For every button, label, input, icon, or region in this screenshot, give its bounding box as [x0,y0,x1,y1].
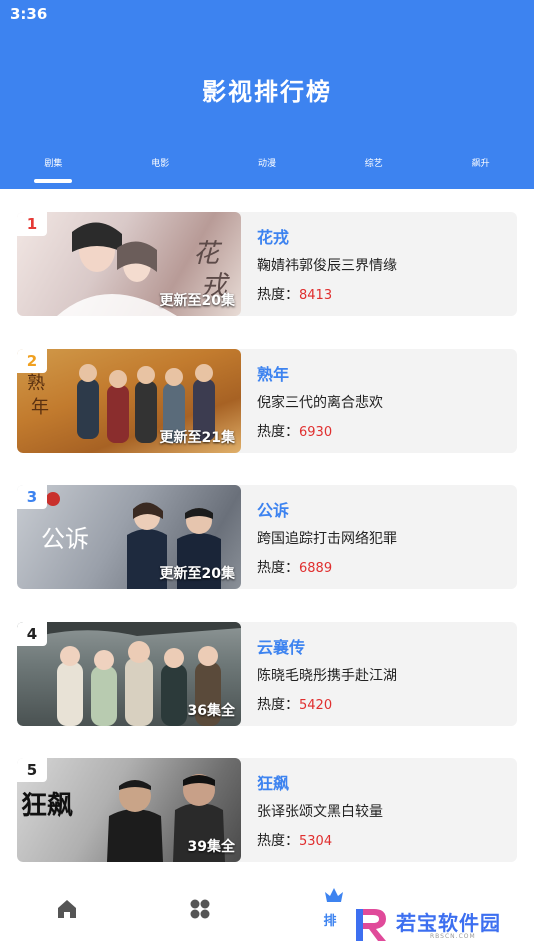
home-icon [58,900,76,918]
item-heat: 热度：8413 [257,284,397,304]
status-time: 3:36 [10,5,48,23]
episode-status: 更新至21集 [159,429,235,446]
rank-badge: 3 [17,485,47,509]
item-info: 云襄传 陈晓毛晓彤携手赴江湖 热度：5420 [241,622,397,726]
ranking-list: 花 戎 1 更新至20集 花戎 鞠婧祎郭俊辰三界情缘 热度：8413 熟 年 2… [17,212,517,895]
nav-home[interactable] [47,898,87,924]
watermark-sub: RBSCN.COM [430,933,476,940]
episode-status: 36集全 [187,702,235,719]
nav-category[interactable] [180,898,220,924]
poster-image: 花 戎 1 更新至20集 [17,212,241,316]
item-info: 花戎 鞠婧祎郭俊辰三界情缘 热度：8413 [241,212,397,316]
list-item[interactable]: 熟 年 2 更新至21集 熟年 倪家三代的离合悲欢 热度：6930 [17,348,517,453]
item-title[interactable]: 狂飙 [257,770,383,793]
svg-text:公诉: 公诉 [41,525,89,553]
svg-text:年: 年 [31,397,49,418]
heat-label: 热度： [257,833,299,849]
tab-anime[interactable]: 动漫 [214,150,321,189]
tab-rising[interactable]: 飙升 [427,150,534,189]
heat-value: 6889 [299,561,333,576]
r-logo-icon [356,909,386,941]
list-item[interactable]: 花 戎 1 更新至20集 花戎 鞠婧祎郭俊辰三界情缘 热度：8413 [17,212,517,316]
episode-status: 更新至20集 [159,293,235,309]
rank-number: 3 [26,488,38,506]
heat-label: 热度： [257,287,299,303]
item-info: 公诉 跨国追踪打击网络犯罪 热度：6889 [241,485,397,589]
item-description: 倪家三代的离合悲欢 [257,394,383,411]
category-tabs: 剧集 电影 动漫 综艺 飙升 [0,150,534,189]
rank-number: 2 [26,351,38,370]
item-description: 张译张颂文黑白较量 [257,804,383,820]
item-info: 熟年 倪家三代的离合悲欢 热度：6930 [241,349,383,453]
svg-text:花: 花 [193,239,223,269]
heat-label: 热度： [257,696,299,713]
list-item[interactable]: 狂飙 5 39集全 狂飙 张译张颂文黑白较量 热度：5304 [17,758,517,862]
header: 3:36 影视排行榜 剧集 电影 动漫 综艺 飙升 [0,0,534,189]
rank-number: 5 [26,761,38,779]
rank-badge: 1 [17,212,47,236]
episode-status: 39集全 [187,839,235,855]
watermark-text: 若宝软件园 [396,911,501,935]
item-heat: 热度：5420 [257,694,397,714]
page-title: 影视排行榜 [202,78,332,106]
item-title[interactable]: 熟年 [257,361,383,384]
tab-drama[interactable]: 剧集 [0,150,107,189]
item-title[interactable]: 公诉 [257,497,397,520]
watermark-logo: 若宝软件园 RBSCN.COM [352,905,522,945]
heat-label: 热度： [257,560,299,576]
nav-rank-label: 排 [323,914,337,929]
item-heat: 热度：5304 [257,830,383,850]
tab-movie[interactable]: 电影 [107,150,214,189]
item-heat: 热度：6889 [257,557,397,577]
heat-value: 5304 [299,834,333,849]
poster-image: 狂飙 5 39集全 [17,758,241,862]
rank-number: 4 [26,624,38,643]
rank-badge: 2 [17,348,47,373]
poster-image: 熟 年 2 更新至21集 [17,348,241,453]
list-item[interactable]: 4 36集全 云襄传 陈晓毛晓彤携手赴江湖 热度：5420 [17,621,517,726]
grid-icon [190,899,210,919]
poster-image: 4 36集全 [17,621,241,726]
heat-value: 5420 [299,697,333,713]
rank-number: 1 [26,215,38,233]
heat-label: 热度： [257,423,299,440]
poster-image: 公诉 3 更新至20集 [17,485,241,589]
item-heat: 热度：6930 [257,421,383,441]
heat-value: 6930 [299,424,333,440]
rank-badge: 5 [17,758,47,782]
item-description: 跨国追踪打击网络犯罪 [257,531,397,547]
svg-text:狂飙: 狂飙 [21,791,73,821]
item-title[interactable]: 云襄传 [257,634,397,657]
rank-badge: 4 [17,621,47,646]
item-title[interactable]: 花戎 [257,224,397,247]
crown-icon [325,888,343,902]
episode-status: 更新至20集 [159,566,235,582]
heat-value: 8413 [299,288,333,303]
svg-text:熟: 熟 [27,373,45,394]
item-info: 狂飙 张译张颂文黑白较量 热度：5304 [241,758,383,862]
nav-rank[interactable]: 排 [314,886,354,929]
list-item[interactable]: 公诉 3 更新至20集 公诉 跨国追踪打击网络犯罪 热度：6889 [17,485,517,589]
tab-variety[interactable]: 综艺 [320,150,427,189]
item-description: 陈晓毛晓彤携手赴江湖 [257,667,397,684]
item-description: 鞠婧祎郭俊辰三界情缘 [257,258,397,274]
